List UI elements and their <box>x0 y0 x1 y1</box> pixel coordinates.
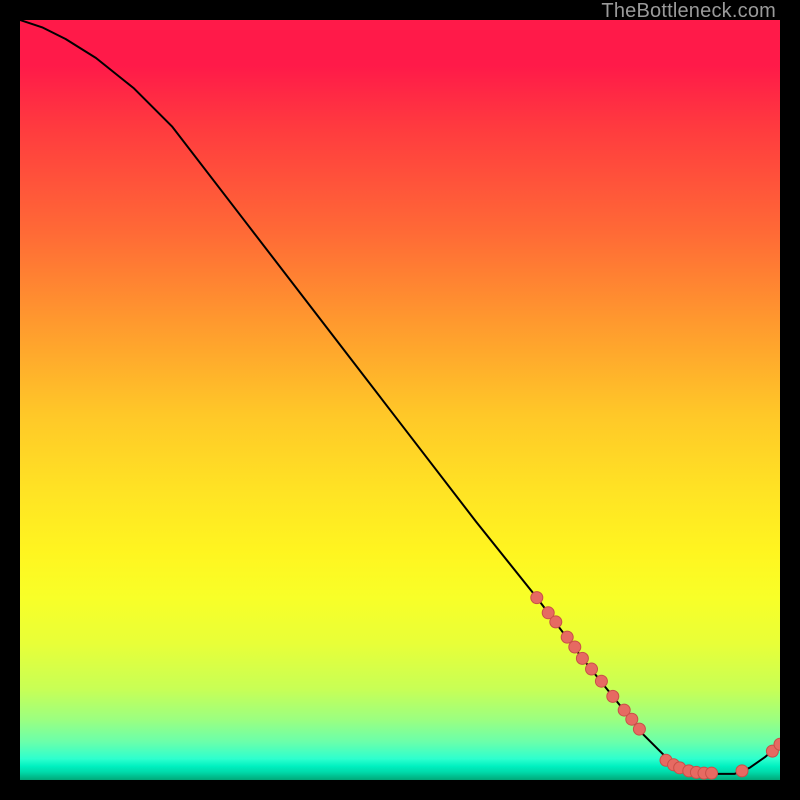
data-marker <box>607 690 619 702</box>
data-marker <box>550 616 562 628</box>
data-marker <box>531 592 543 604</box>
data-marker <box>736 765 748 777</box>
data-markers <box>531 592 780 780</box>
chart-svg <box>20 20 780 780</box>
data-marker <box>626 713 638 725</box>
data-marker <box>561 631 573 643</box>
data-marker <box>595 675 607 687</box>
data-marker <box>633 723 645 735</box>
data-marker <box>706 767 718 779</box>
chart-stage: TheBottleneck.com <box>0 0 800 800</box>
data-marker <box>569 641 581 653</box>
data-marker <box>576 652 588 664</box>
data-marker <box>586 663 598 675</box>
plot-area <box>20 20 780 780</box>
bottleneck-curve <box>20 20 780 774</box>
